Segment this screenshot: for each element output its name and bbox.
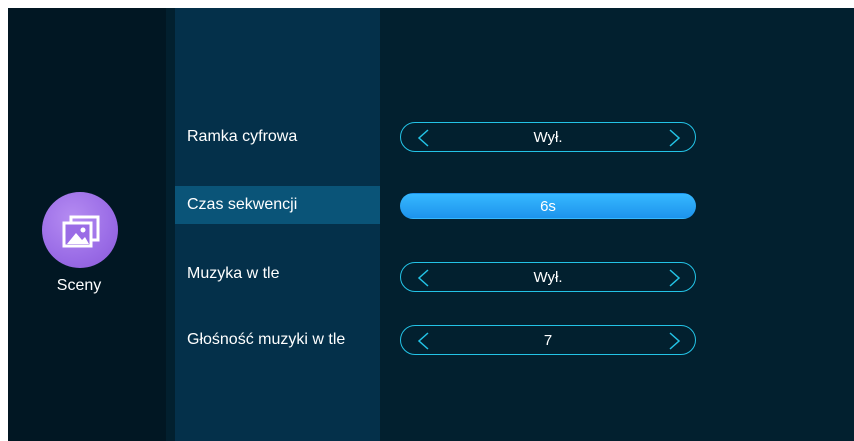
selector-value: 6s (540, 197, 556, 215)
digital-frame-selector[interactable]: Wył. (400, 122, 696, 152)
menu-item-label: Ramka cyfrowa (187, 128, 298, 145)
settings-screen: Sceny Ramka cyfrowa Czas sekwencji Muzyk… (8, 8, 854, 441)
menu-item-label: Muzyka w tle (187, 265, 280, 282)
sequence-time-selector[interactable]: 6s (400, 193, 696, 219)
chevron-left-icon[interactable] (415, 128, 433, 148)
scenes-category-button[interactable] (42, 192, 118, 268)
selector-value: 7 (543, 331, 553, 349)
menu-item-music-volume[interactable]: Głośność muzyki w tle (175, 321, 380, 359)
selector-value: Wył. (533, 128, 563, 146)
settings-menu: Ramka cyfrowa Czas sekwencji Muzyka w tl… (175, 8, 380, 441)
menu-item-label: Czas sekwencji (187, 196, 298, 213)
category-sidebar: Sceny (8, 8, 166, 441)
chevron-right-icon[interactable] (665, 331, 683, 351)
selector-value: Wył. (533, 268, 563, 286)
chevron-left-icon[interactable] (415, 268, 433, 288)
music-volume-selector[interactable]: 7 (400, 325, 696, 355)
chevron-left-icon[interactable] (415, 331, 433, 351)
menu-item-label: Głośność muzyki w tle (187, 331, 346, 348)
menu-item-digital-frame[interactable]: Ramka cyfrowa (175, 118, 380, 156)
menu-item-background-music[interactable]: Muzyka w tle (175, 255, 380, 293)
gallery-photos-icon (62, 215, 100, 248)
menu-item-sequence-time[interactable]: Czas sekwencji (175, 186, 380, 224)
chevron-right-icon[interactable] (665, 268, 683, 288)
category-label: Sceny (56, 277, 102, 294)
background-music-selector[interactable]: Wył. (400, 262, 696, 292)
chevron-right-icon[interactable] (665, 128, 683, 148)
